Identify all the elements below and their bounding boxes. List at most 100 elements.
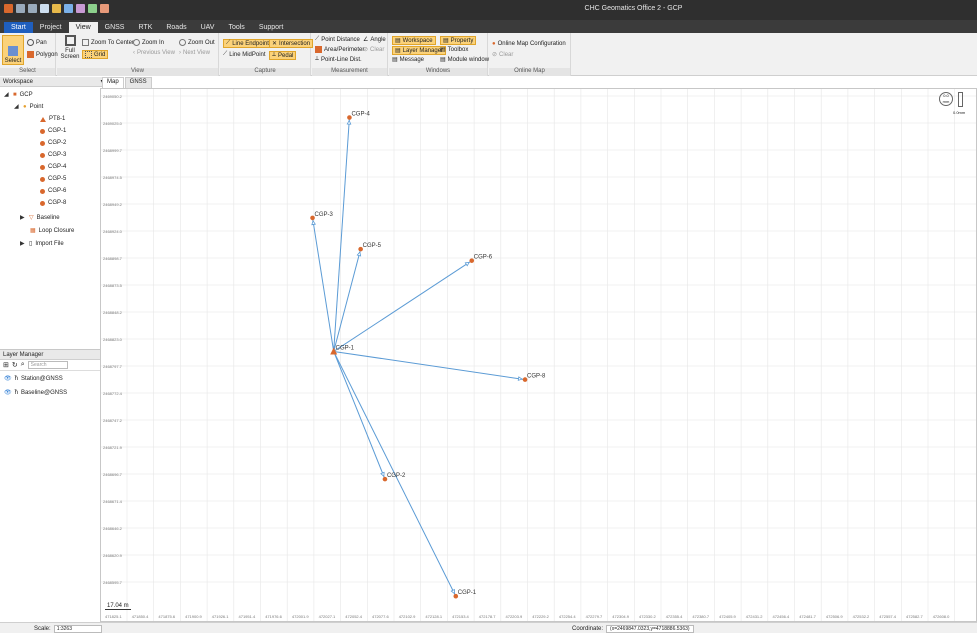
x-tick-label: 472355.4 [666,614,683,619]
tree-baseline[interactable]: ▶ ▽ Baseline [20,214,60,222]
visibility-eye-icon[interactable]: 👁 [4,389,12,396]
zoom-in-button[interactable]: Zoom In [133,39,164,46]
message-window-label: Message [399,56,425,63]
point-label: CGP-2 [387,473,406,479]
import-file-label: Import File [35,240,64,247]
point-line-dist-button[interactable]: ⟂ Point-Line Dist. [315,56,362,63]
scale-slider[interactable] [958,92,963,107]
tree-point-cgp-1[interactable]: CGP-1 [40,128,66,134]
line-endpoint-button[interactable]: ⟋ Line Endpoint [223,39,272,48]
workspace-window-label: Workspace [402,37,433,44]
x-tick-label: 472153.4 [452,614,469,619]
tab-project[interactable]: Project [33,22,69,33]
message-window-button[interactable]: ▤ Message [392,56,425,64]
tab-start[interactable]: Start [4,22,33,33]
loop-closure-label: Loop Closure [38,227,75,234]
module-icon: ▤ [440,57,446,63]
expand-icon[interactable]: ▶ [20,214,26,221]
zoom-to-center-label: Zoom To Center [91,39,134,46]
polygon-button[interactable]: Polygon [27,51,58,58]
tab-uav[interactable]: UAV [194,22,222,33]
tree-point-cgp-4[interactable]: CGP-4 [40,164,66,170]
map-canvas[interactable]: 2469050.2 2469025.0 2468999.7 2468974.5 2468… [100,88,977,622]
tree-point-cgp-2[interactable]: CGP-2 [40,140,66,146]
tab-gnss[interactable]: GNSS [98,22,132,33]
visibility-eye-icon[interactable]: 👁 [4,375,12,382]
layer-manager-window-button[interactable]: ▤ Layer Manager [392,46,447,55]
grid-button[interactable]: Grid [82,50,109,59]
tree-point-cgp-8[interactable]: CGP-8 [40,200,66,206]
tree-loop-closure[interactable]: ▦ Loop Closure [30,227,75,235]
point-label: CGP-8 [527,374,546,380]
online-map-clear-button[interactable]: ⊘ Clear [492,51,513,59]
baseline-arrow [346,119,352,125]
line-midpoint-button[interactable]: ⟋ Line MidPoint [223,51,266,58]
intersection-button[interactable]: ✕ Intersection [269,39,314,48]
module-window-button[interactable]: ▤ Module window [440,56,489,64]
pan-button[interactable]: Pan [27,39,47,46]
previous-view-button[interactable]: ‹ Previous View [133,50,175,56]
layer-item-baseline[interactable]: 👁 ħ Baseline@GNSS [4,389,67,397]
grid-label: Grid [94,51,106,58]
project-icon: ■ [13,91,17,98]
tree-import-file[interactable]: ▶ ▯ Import File [20,240,64,248]
tab-support[interactable]: Support [252,22,291,33]
property-icon: ▤ [443,38,449,44]
area-perimeter-button[interactable]: Area/Perimeter [315,46,364,53]
tab-gnss-doc[interactable]: GNSS [124,77,152,88]
layer-add-icon[interactable]: ⊞ [3,361,9,369]
layer-search-input[interactable]: Search [27,361,68,369]
point-label: CGP-1 [336,345,355,351]
point-icon [40,188,45,194]
tree-root-gcp[interactable]: ◢ ■ GCP [4,91,33,99]
x-tick-label: 472279.7 [586,614,603,619]
map-svg[interactable]: 2469050.2 2469025.0 2468999.7 2468974.5 2468… [101,89,976,621]
tree-point-pt8-1[interactable]: PT8-1 [40,116,65,122]
full-screen-button[interactable]: Full Screen [61,35,80,60]
scale-control: Scale: 1:3263 [34,625,102,633]
point-label: CGP-1 [458,590,477,596]
toolbox-window-button[interactable]: ▤ Toolbox [440,46,468,54]
tree-point-cgp-3[interactable]: CGP-3 [40,152,66,158]
point-label: CGP-6 [48,188,67,194]
property-window-button[interactable]: ▤ Property [440,36,477,45]
x-tick-label: 471850.4 [132,614,149,619]
collapse-icon[interactable]: ◢ [4,91,10,98]
pedal-button[interactable]: ⟂ Pedal [269,51,297,60]
tree-point-cgp-6[interactable]: CGP-6 [40,188,66,194]
expand-icon[interactable]: ▶ [20,240,26,247]
next-view-button[interactable]: › Next View [179,50,210,56]
workspace-window-button[interactable]: ▤ Workspace [392,36,436,45]
next-view-icon: › [179,50,181,56]
online-map-configuration-button[interactable]: ● Online Map Configuration [492,41,566,47]
tab-tools[interactable]: Tools [221,22,251,33]
point-line-dist-label: Point-Line Dist. [321,56,362,63]
scale-select[interactable]: 1:3263 [53,625,102,633]
layer-lock-icon[interactable]: ħ [15,390,18,396]
collapse-icon[interactable]: ◢ [14,103,20,110]
ribbon-group-capture: ⟋ Line Endpoint ✕ Intersection ⟋ Line Mi… [220,33,314,76]
layer-item-station[interactable]: 👁 ħ Station@GNSS [4,375,63,383]
zoom-out-button[interactable]: Zoom Out [179,39,215,46]
point-label: CGP-6 [474,255,493,261]
document-tabs: Map GNSS [102,77,152,88]
tab-map[interactable]: Map [102,77,124,88]
y-tick-label: 2468595.7 [103,580,123,585]
baseline-arrow [464,261,471,267]
zoom-to-center-button[interactable]: Zoom To Center [82,39,134,46]
scale-dial-icon[interactable]: 0.0 mm [939,92,953,106]
tab-roads[interactable]: Roads [159,22,193,33]
angle-button[interactable]: ∠ Angle [363,36,386,44]
point-distance-button[interactable]: ⟋ Point Distance [315,36,360,43]
measurement-clear-button[interactable]: ⊘ Clear [363,46,384,54]
layer-lock-icon[interactable]: ħ [15,376,18,382]
tab-view[interactable]: View [68,22,98,33]
select-button[interactable]: Select [2,35,24,65]
layer-filter-icon[interactable]: ⌕ [21,361,25,369]
layer-refresh-icon[interactable]: ↻ [12,361,18,369]
tab-rtk[interactable]: RTK [131,22,159,33]
tree-point-group[interactable]: ◢ ● Point [14,103,43,111]
tree-point-cgp-5[interactable]: CGP-5 [40,176,66,182]
scale-bar-label: 17.04 m [105,603,131,610]
line-midpoint-icon: ⟋ [223,51,228,57]
